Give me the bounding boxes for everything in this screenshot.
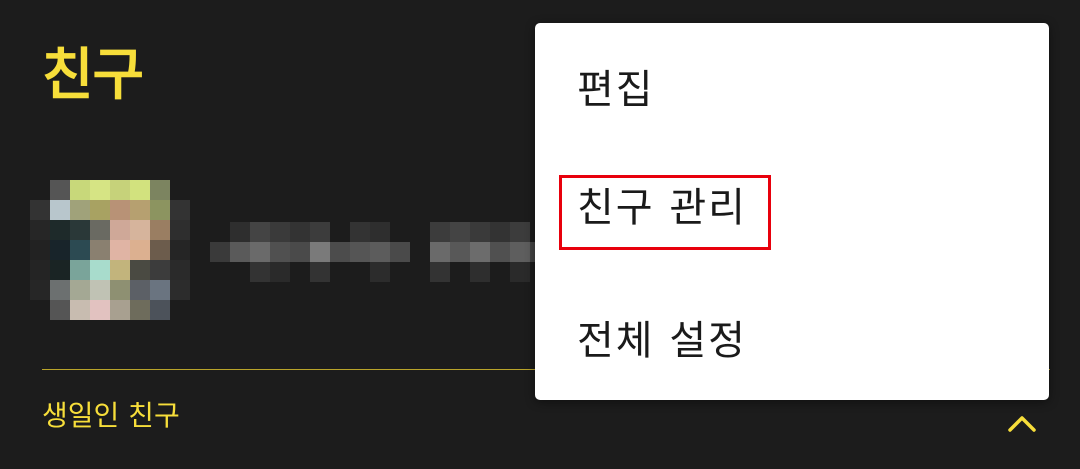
page-title: 친구 xyxy=(42,43,144,108)
chevron-up-icon[interactable] xyxy=(1006,410,1038,434)
menu-item-edit[interactable]: 편집 xyxy=(577,70,655,110)
menu-item-all-settings[interactable]: 전체 설정 xyxy=(577,321,747,361)
overflow-menu: 편집 친구 관리 전체 설정 xyxy=(535,23,1049,400)
profile-name-redacted xyxy=(210,222,550,282)
my-profile-row[interactable] xyxy=(30,160,550,330)
highlight-annotation-box xyxy=(559,175,771,250)
birthday-friends-section-label[interactable]: 생일인 친구 xyxy=(42,402,180,430)
profile-avatar[interactable] xyxy=(30,160,210,330)
